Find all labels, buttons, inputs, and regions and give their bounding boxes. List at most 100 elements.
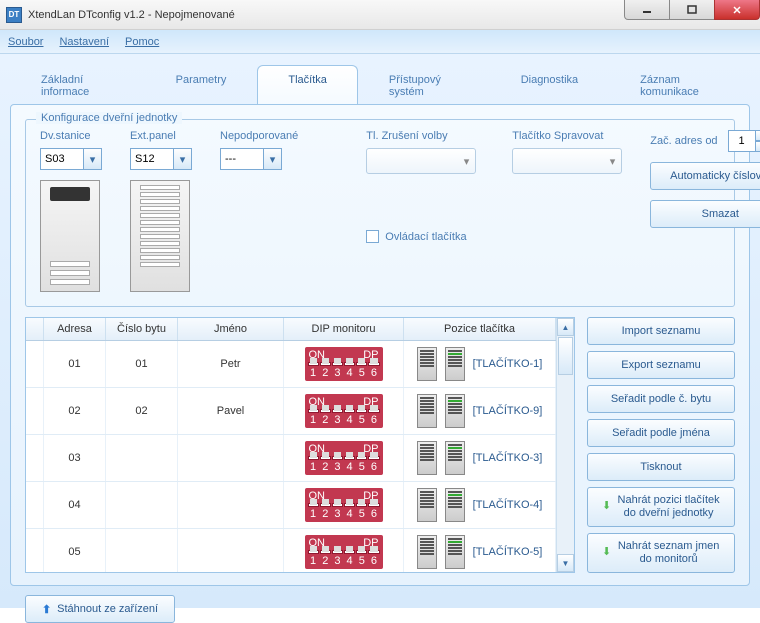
titlebar: DT XtendLan DTconfig v1.2 - Nepojmenovan…: [0, 0, 760, 30]
cell-jmeno: [178, 482, 284, 528]
auto-number-button[interactable]: Automaticky číslovat: [650, 162, 760, 190]
panel-icon: [445, 535, 465, 569]
extpanel-label: Ext.panel: [130, 130, 192, 142]
nepodporovane-label: Nepodporované: [220, 130, 298, 142]
cell-pozice: [TLAČÍTKO-4]: [404, 482, 556, 528]
panel-icon: [445, 488, 465, 522]
zac-adres-value[interactable]: [728, 130, 756, 152]
minimize-button[interactable]: [624, 0, 670, 20]
tabpanel-buttons: Konfigurace dveřní jednotky Dv.stanice ▾…: [10, 104, 750, 586]
dvstanice-value[interactable]: [40, 148, 84, 170]
cell-jmeno: Pavel: [178, 388, 284, 434]
window-title: XtendLan DTconfig v1.2 - Nepojmenované: [28, 9, 235, 21]
panel-icon: [417, 441, 437, 475]
cell-dip: ONDP 123456: [284, 341, 404, 387]
extpanel-select[interactable]: ▾: [130, 148, 192, 170]
scroll-up-icon[interactable]: ▲: [557, 318, 574, 336]
chevron-down-icon[interactable]: ▾: [174, 148, 192, 170]
clear-button[interactable]: Smazat: [650, 200, 760, 228]
cell-cislo: [106, 435, 178, 481]
cell-dip: ONDP 123456: [284, 435, 404, 481]
cell-dip: ONDP 123456: [284, 529, 404, 572]
tab-params[interactable]: Parametry: [145, 65, 258, 106]
panel-icon: [445, 394, 465, 428]
cell-dip: ONDP 123456: [284, 482, 404, 528]
pozice-label: [TLAČÍTKO-5]: [473, 546, 543, 558]
sort-jmeno-button[interactable]: Seřadit podle jména: [587, 419, 735, 447]
sort-byt-button[interactable]: Seřadit podle č. bytu: [587, 385, 735, 413]
ovladaci-checkbox[interactable]: Ovládací tlačítka: [366, 230, 476, 243]
download-button[interactable]: ⬆ Stáhnout ze zařízení: [25, 595, 175, 623]
panel-icon: [445, 441, 465, 475]
pozice-label: [TLAČÍTKO-1]: [473, 358, 543, 370]
maximize-button[interactable]: [669, 0, 715, 20]
scroll-thumb[interactable]: [558, 337, 573, 375]
cell-jmeno: Petr: [178, 341, 284, 387]
chevron-down-icon[interactable]: ▾: [84, 148, 102, 170]
col-cislo[interactable]: Číslo bytu: [106, 318, 178, 340]
extpanel-image: [130, 180, 190, 292]
menu-help[interactable]: Pomoc: [125, 36, 159, 48]
panel-icon: [417, 488, 437, 522]
table-row[interactable]: 05 ONDP 123456 [TLAČÍTKO-5]: [26, 529, 556, 572]
tl-zruseni-dropdown[interactable]: ▾: [366, 148, 476, 174]
scroll-down-icon[interactable]: ▼: [557, 554, 574, 572]
pozice-label: [TLAČÍTKO-9]: [473, 405, 543, 417]
fieldset-legend: Konfigurace dveřní jednotky: [36, 112, 182, 124]
table-row[interactable]: 02 02 Pavel ONDP 123456 [TLAČÍTKO-9]: [26, 388, 556, 435]
tab-access[interactable]: Přístupový systém: [358, 65, 490, 106]
app-icon: DT: [6, 7, 22, 23]
nepodporovane-select[interactable]: ▾: [220, 148, 298, 170]
door-unit-config: Konfigurace dveřní jednotky Dv.stanice ▾…: [25, 119, 735, 307]
tl-spravovat-dropdown[interactable]: ▾: [512, 148, 622, 174]
tab-basic[interactable]: Základní informace: [10, 65, 145, 106]
spin-up-icon[interactable]: ▲: [756, 130, 760, 141]
arrow-down-icon: ⬇: [602, 500, 611, 513]
col-dip[interactable]: DIP monitoru: [284, 318, 404, 340]
upload-names-button[interactable]: ⬇Nahrát seznam jmen do monitorů: [587, 533, 735, 573]
cell-dip: ONDP 123456: [284, 388, 404, 434]
cell-adresa: 05: [44, 529, 106, 572]
panel-icon: [417, 535, 437, 569]
import-button[interactable]: Import seznamu: [587, 317, 735, 345]
nepodporovane-value[interactable]: [220, 148, 264, 170]
checkbox-icon[interactable]: [366, 230, 379, 243]
cell-adresa: 03: [44, 435, 106, 481]
dvstanice-select[interactable]: ▾: [40, 148, 102, 170]
address-grid: Adresa Číslo bytu Jméno DIP monitoru Poz…: [25, 317, 575, 573]
tabs: Základní informace Parametry Tlačítka Př…: [10, 64, 750, 105]
panel-icon: [417, 394, 437, 428]
cell-adresa: 02: [44, 388, 106, 434]
panel-icon: [417, 347, 437, 381]
upload-positions-button[interactable]: ⬇Nahrát pozici tlačítek do dveřní jednot…: [587, 487, 735, 527]
col-pozice[interactable]: Pozice tlačítka: [404, 318, 556, 340]
menu-file[interactable]: Soubor: [8, 36, 43, 48]
col-jmeno[interactable]: Jméno: [178, 318, 284, 340]
tab-comm[interactable]: Záznam komunikace: [609, 65, 750, 106]
print-button[interactable]: Tisknout: [587, 453, 735, 481]
cell-cislo: 02: [106, 388, 178, 434]
scrollbar[interactable]: ▲ ▼: [556, 318, 574, 572]
extpanel-value[interactable]: [130, 148, 174, 170]
arrow-up-icon: ⬆: [42, 603, 51, 616]
spin-down-icon[interactable]: ▼: [756, 141, 760, 152]
tab-diag[interactable]: Diagnostika: [490, 65, 609, 106]
cell-pozice: [TLAČÍTKO-3]: [404, 435, 556, 481]
table-row[interactable]: 04 ONDP 123456 [TLAČÍTKO-4]: [26, 482, 556, 529]
dvstanice-label: Dv.stanice: [40, 130, 102, 142]
chevron-down-icon[interactable]: ▾: [264, 148, 282, 170]
dip-switch-icon: ONDP 123456: [305, 441, 383, 475]
zac-adres-spinner[interactable]: ▲▼: [728, 130, 760, 152]
close-button[interactable]: [714, 0, 760, 20]
col-adresa[interactable]: Adresa: [44, 318, 106, 340]
table-row[interactable]: 01 01 Petr ONDP 123456 [TLAČÍTKO-1]: [26, 341, 556, 388]
cell-cislo: 01: [106, 341, 178, 387]
cell-cislo: [106, 482, 178, 528]
cell-jmeno: [178, 435, 284, 481]
dip-switch-icon: ONDP 123456: [305, 488, 383, 522]
menu-settings[interactable]: Nastavení: [59, 36, 109, 48]
tab-buttons[interactable]: Tlačítka: [257, 65, 358, 106]
export-button[interactable]: Export seznamu: [587, 351, 735, 379]
pozice-label: [TLAČÍTKO-4]: [473, 499, 543, 511]
table-row[interactable]: 03 ONDP 123456 [TLAČÍTKO-3]: [26, 435, 556, 482]
